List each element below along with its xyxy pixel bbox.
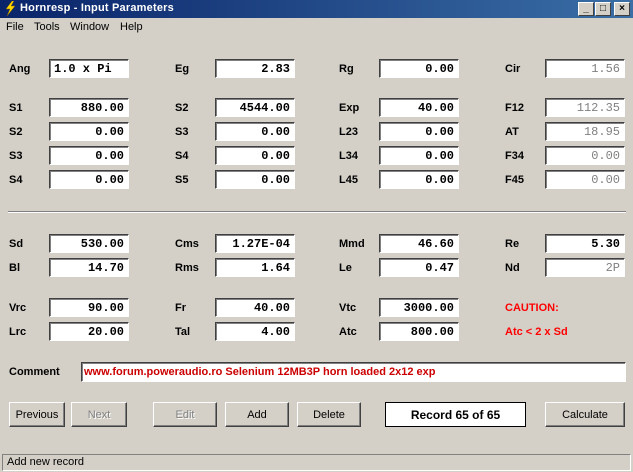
label-vrc: Vrc [9, 302, 27, 314]
label-atc: Atc [339, 326, 357, 338]
field-l34[interactable]: 0.00 [379, 146, 459, 165]
maximize-icon: □ [599, 3, 607, 14]
field-s4-col2[interactable]: 0.00 [215, 146, 295, 165]
field-tal[interactable]: 4.00 [215, 322, 295, 341]
label-s5: S5 [175, 174, 189, 186]
calculate-button[interactable]: Calculate [545, 402, 625, 427]
field-atc[interactable]: 800.00 [379, 322, 459, 341]
field-fr[interactable]: 40.00 [215, 298, 295, 317]
comment-label: Comment [9, 366, 60, 378]
status-bar: Add new record [0, 452, 633, 472]
label-fr: Fr [175, 302, 186, 314]
field-vrc[interactable]: 90.00 [49, 298, 129, 317]
label-s3-col2: S3 [175, 126, 189, 138]
title-bar[interactable]: Hornresp - Input Parameters _ □ × [0, 0, 633, 18]
label-lrc: Lrc [9, 326, 27, 338]
field-cms[interactable]: 1.27E-04 [215, 234, 295, 253]
field-s1[interactable]: 880.00 [49, 98, 129, 117]
label-f12: F12 [505, 102, 524, 114]
field-at: 18.95 [545, 122, 625, 141]
label-f45: F45 [505, 174, 524, 186]
field-lrc[interactable]: 20.00 [49, 322, 129, 341]
label-l23: L23 [339, 126, 358, 138]
lightning-icon [5, 1, 16, 16]
previous-button[interactable]: Previous [9, 402, 65, 427]
field-s2-col2[interactable]: 4544.00 [215, 98, 295, 117]
label-s2-col1: S2 [9, 126, 23, 138]
label-exp: Exp [339, 102, 360, 114]
section-divider [8, 211, 626, 213]
field-f12: 112.35 [545, 98, 625, 117]
label-sd: Sd [9, 238, 24, 250]
field-vtc[interactable]: 3000.00 [379, 298, 459, 317]
label-rg: Rg [339, 63, 354, 75]
label-tal: Tal [175, 326, 191, 338]
label-s4-col1: S4 [9, 174, 23, 186]
add-button[interactable]: Add [225, 402, 289, 427]
close-icon: × [619, 3, 625, 14]
field-f34: 0.00 [545, 146, 625, 165]
label-s3-col1: S3 [9, 150, 23, 162]
label-vtc: Vtc [339, 302, 357, 314]
label-cir: Cir [505, 63, 521, 75]
field-bl[interactable]: 14.70 [49, 258, 129, 277]
field-nd: 2P [545, 258, 625, 277]
field-rms[interactable]: 1.64 [215, 258, 295, 277]
menu-help[interactable]: Help [120, 21, 143, 33]
field-s5[interactable]: 0.00 [215, 170, 295, 189]
maximize-button[interactable]: □ [595, 2, 611, 16]
field-f45: 0.00 [545, 170, 625, 189]
menu-tools[interactable]: Tools [34, 21, 60, 33]
label-cms: Cms [175, 238, 199, 250]
minimize-button[interactable]: _ [578, 2, 594, 16]
caution-message: Atc < 2 x Sd [505, 326, 568, 338]
menu-file[interactable]: File [6, 21, 24, 33]
edit-button[interactable]: Edit [153, 402, 217, 427]
label-rms: Rms [175, 262, 199, 274]
window-title: Hornresp - Input Parameters [20, 2, 174, 14]
field-l45[interactable]: 0.00 [379, 170, 459, 189]
close-button[interactable]: × [614, 2, 630, 16]
delete-button[interactable]: Delete [297, 402, 361, 427]
next-button[interactable]: Next [71, 402, 127, 427]
field-mmd[interactable]: 46.60 [379, 234, 459, 253]
comment-field[interactable]: www.forum.poweraudio.ro Selenium 12MB3P … [81, 362, 626, 382]
label-bl: Bl [9, 262, 20, 274]
field-re[interactable]: 5.30 [545, 234, 625, 253]
label-nd: Nd [505, 262, 520, 274]
field-eg[interactable]: 2.83 [215, 59, 295, 78]
label-le: Le [339, 262, 352, 274]
minimize-icon: _ [583, 3, 589, 14]
field-rg[interactable]: 0.00 [379, 59, 459, 78]
label-s4-col2: S4 [175, 150, 189, 162]
record-indicator: Record 65 of 65 [385, 402, 526, 427]
field-cir: 1.56 [545, 59, 625, 78]
label-f34: F34 [505, 150, 524, 162]
status-text: Add new record [2, 454, 631, 471]
field-s3-col2[interactable]: 0.00 [215, 122, 295, 141]
menu-bar: File Tools Window Help [0, 18, 633, 37]
label-ang: Ang [9, 63, 31, 75]
label-s1: S1 [9, 102, 23, 114]
label-mmd: Mmd [339, 238, 365, 250]
field-s3-col1[interactable]: 0.00 [49, 146, 129, 165]
label-eg: Eg [175, 63, 190, 75]
field-exp[interactable]: 40.00 [379, 98, 459, 117]
field-sd[interactable]: 530.00 [49, 234, 129, 253]
label-at: AT [505, 126, 519, 138]
field-l23[interactable]: 0.00 [379, 122, 459, 141]
menu-window[interactable]: Window [70, 21, 109, 33]
field-le[interactable]: 0.47 [379, 258, 459, 277]
caution-title: CAUTION: [505, 302, 559, 314]
label-l34: L34 [339, 150, 358, 162]
field-s4-col1[interactable]: 0.00 [49, 170, 129, 189]
label-re: Re [505, 238, 520, 250]
field-s2-col1[interactable]: 0.00 [49, 122, 129, 141]
field-ang[interactable]: 1.0 x Pi [49, 59, 129, 78]
label-l45: L45 [339, 174, 358, 186]
label-s2-col2: S2 [175, 102, 189, 114]
